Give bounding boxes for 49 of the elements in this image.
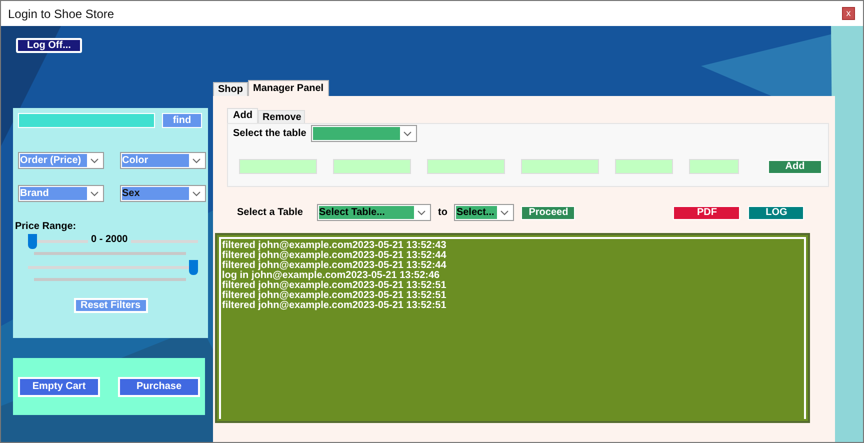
input-field[interactable] — [239, 159, 317, 174]
chevron-down-icon — [192, 190, 201, 196]
select-a-table-label: Select a Table — [237, 206, 304, 220]
window-title: Login to Shoe Store — [8, 6, 114, 22]
log-line: filtered john@example.com2023-05-21 13:52:44 — [222, 261, 448, 271]
chevron-down-icon — [90, 158, 99, 164]
input-field[interactable] — [333, 159, 411, 174]
filter-dropdown[interactable]: Sex — [120, 185, 206, 202]
log-button[interactable]: LOG — [748, 206, 804, 220]
input-field[interactable] — [689, 159, 739, 174]
log-line: filtered john@example.com2023-05-21 13:52:51 — [222, 281, 448, 291]
cart-button[interactable]: Empty Cart — [18, 376, 100, 396]
proceed-button[interactable]: Proceed — [521, 206, 576, 220]
slider-thumb[interactable] — [189, 260, 198, 275]
chevron-down-icon — [417, 210, 426, 216]
source-table-dropdown[interactable]: Select Table... — [317, 204, 431, 221]
chevron-down-icon — [90, 190, 99, 196]
find-button[interactable]: find — [162, 113, 202, 128]
chevron-down-icon — [403, 130, 412, 136]
price-range-label: Price Range: — [15, 220, 78, 234]
filter-dropdown[interactable]: Brand — [18, 185, 104, 202]
log-line: filtered john@example.com2023-05-21 13:52:51 — [222, 301, 448, 311]
chevron-down-icon — [500, 210, 510, 216]
log-line: filtered john@example.com2023-05-21 13:52:44 — [222, 251, 448, 261]
cart-button[interactable]: Purchase — [118, 376, 200, 396]
search-field[interactable] — [18, 113, 155, 128]
filter-dropdown[interactable]: Color — [120, 152, 206, 169]
filter-dropdown[interactable]: Order (Price) — [18, 152, 104, 169]
tab[interactable]: Remove — [258, 110, 306, 123]
pdf-button[interactable]: PDF — [673, 206, 740, 220]
log-line: filtered john@example.com2023-05-21 13:52:51 — [222, 291, 448, 301]
to-label: to — [438, 206, 448, 220]
tab[interactable]: Shop — [213, 82, 248, 96]
reset-filters-button[interactable]: Reset Filters — [74, 298, 148, 313]
tab[interactable]: Add — [227, 108, 258, 123]
table-dropdown[interactable] — [311, 125, 418, 142]
tab[interactable]: Manager Panel — [248, 80, 329, 96]
slider-thumb[interactable] — [28, 234, 37, 249]
input-field[interactable] — [521, 159, 599, 174]
add-button[interactable]: Add — [768, 160, 822, 174]
chevron-down-icon — [192, 158, 201, 164]
input-field[interactable] — [615, 159, 673, 174]
log-line: log in john@example.com2023-05-21 13:52:46 — [222, 271, 441, 281]
select-table-label: Select the table — [233, 127, 306, 141]
log-off-button[interactable]: Log Off... — [16, 38, 82, 53]
log-line: filtered john@example.com2023-05-21 13:52:43 — [222, 241, 448, 251]
input-field[interactable] — [427, 159, 505, 174]
close-button[interactable]: x — [842, 7, 855, 20]
target-table-dropdown[interactable]: Select... — [454, 204, 514, 221]
